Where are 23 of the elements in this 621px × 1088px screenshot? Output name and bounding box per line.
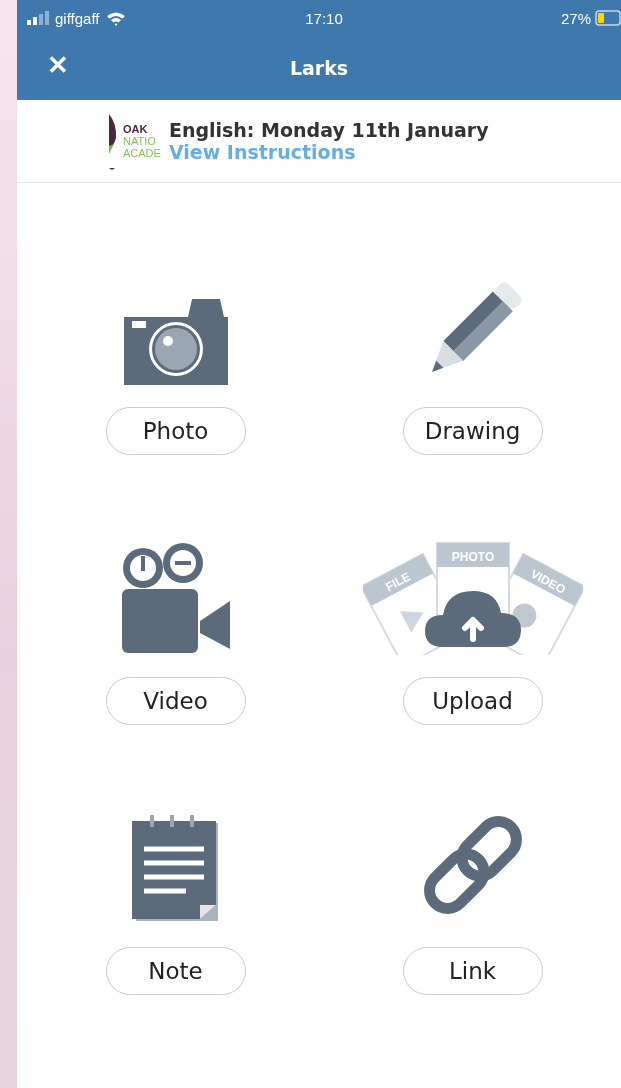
screen-title: Larks [289, 57, 349, 79]
battery-percent: 27% [560, 9, 591, 27]
close-button[interactable]: ✕ [47, 50, 69, 81]
logo-text: ACADE [123, 147, 161, 159]
wifi-icon [105, 10, 126, 26]
lesson-title: English: Monday 11th January [168, 119, 489, 141]
signal-icon [27, 11, 49, 25]
play-icon [399, 611, 423, 633]
icon-label: PHOTO [451, 550, 494, 564]
clock-time: 17:10 [305, 9, 343, 27]
icon-label: FILE [382, 569, 413, 595]
battery-icon [595, 10, 621, 26]
carrier-name: giffgaff [55, 9, 100, 27]
add-button[interactable]: Video [105, 677, 246, 725]
add-button[interactable]: Upload [402, 677, 543, 725]
logo-text: OAK [123, 123, 149, 135]
add-button[interactable]: Drawing [402, 407, 543, 455]
video-camera-icon [119, 543, 232, 655]
logo-text: NATIO [123, 135, 157, 147]
add-button[interactable]: Note [105, 947, 246, 995]
camera-icon [123, 299, 228, 385]
add-button[interactable]: Link [402, 947, 543, 995]
add-button[interactable]: Photo [105, 407, 246, 455]
